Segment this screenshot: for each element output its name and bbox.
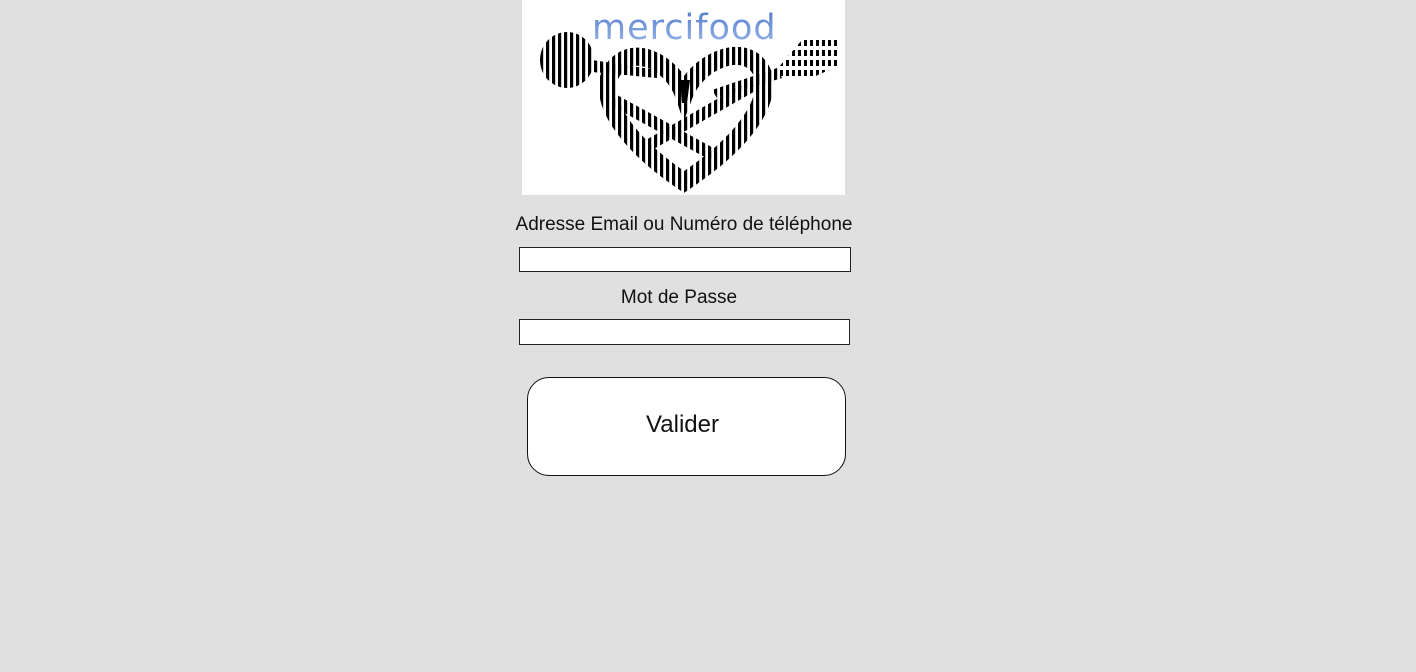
email-field[interactable] [519, 247, 851, 272]
submit-button[interactable]: Valider [527, 377, 846, 476]
password-label: Mot de Passe [620, 287, 738, 308]
mercifood-logo: mercifood [522, 0, 845, 195]
logo-wordmark: mercifood [592, 8, 777, 48]
email-label: Adresse Email ou Numéro de téléphone [515, 214, 853, 235]
login-page: mercifood Adresse Email ou Numéro de tél… [0, 0, 1416, 672]
password-field[interactable] [519, 319, 850, 345]
